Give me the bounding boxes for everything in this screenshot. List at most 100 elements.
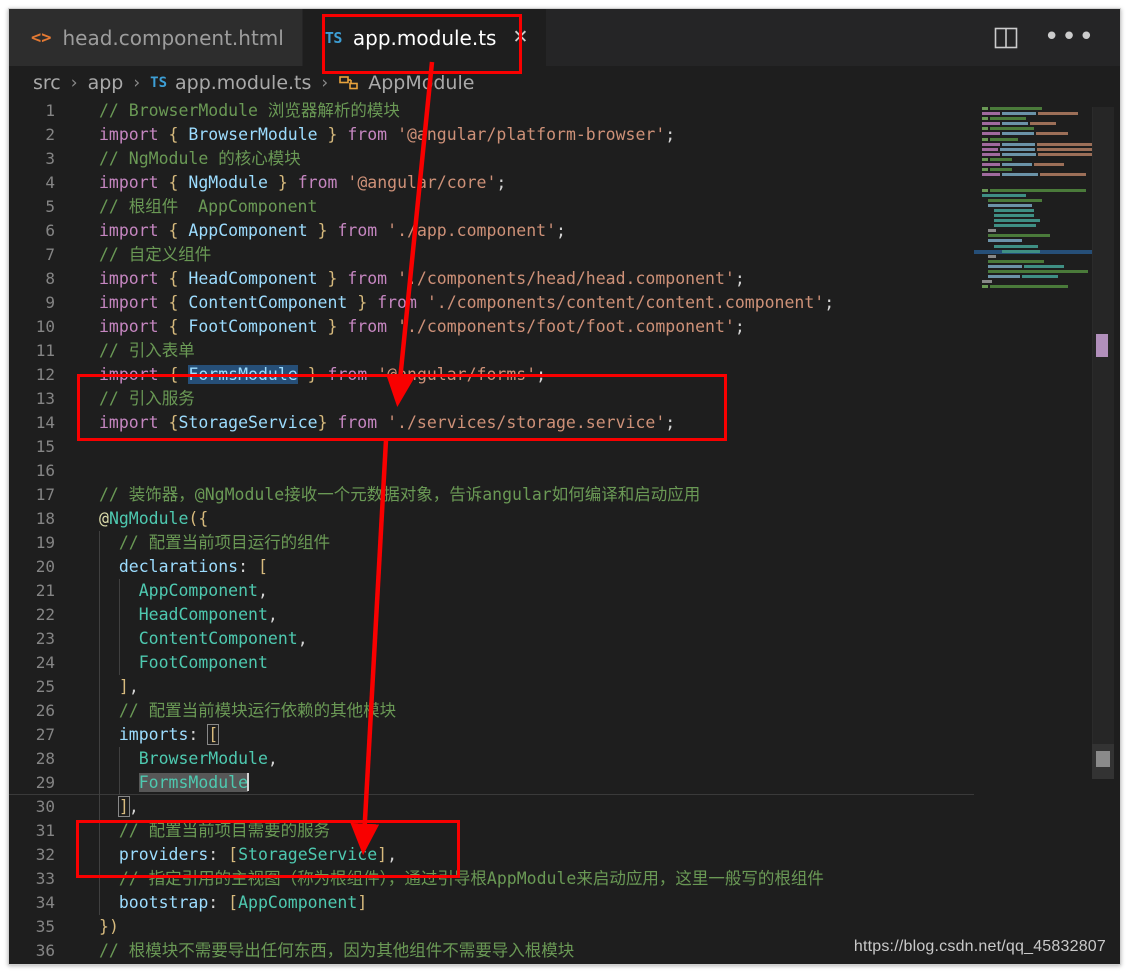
line-number: 16	[35, 461, 55, 480]
tab-app-module-ts[interactable]: TS app.module.ts ✕	[302, 9, 548, 66]
code-line: 29 FormsModule	[9, 771, 974, 795]
more-actions-icon[interactable]: •••	[1044, 24, 1096, 49]
code-token-comment: // BrowserModule 浏览器解析的模块	[99, 101, 400, 120]
code-token: ;	[665, 125, 676, 144]
code-token: {	[168, 221, 179, 240]
code-token: import	[99, 221, 159, 240]
line-number: 13	[35, 389, 55, 408]
code-token: from	[347, 269, 388, 288]
scrollbar-thumb[interactable]	[1092, 107, 1114, 752]
code-line: 7 // 自定义组件	[9, 243, 974, 267]
tab-head-component-html[interactable]: <> head.component.html	[9, 9, 303, 66]
line-number: 4	[45, 173, 55, 192]
line-number: 12	[35, 365, 55, 384]
breadcrumb: src › app › TS app.module.ts › AppModule	[9, 66, 1120, 99]
code-token: }	[277, 173, 288, 192]
code-token: ;	[734, 269, 745, 288]
typescript-file-icon: TS	[324, 28, 343, 47]
line-number: 31	[35, 821, 55, 840]
code-token: from	[347, 125, 388, 144]
code-line: 26 // 配置当前模块运行依赖的其他模块	[9, 699, 974, 723]
code-line: 34 bootstrap: [AppComponent]	[9, 891, 974, 915]
tabbar-spacer	[547, 9, 994, 66]
code-token: ContentComponent	[188, 293, 348, 312]
code-lines[interactable]: 1 // BrowserModule 浏览器解析的模块 2 import { Bro…	[9, 99, 974, 964]
line-number: 1	[45, 101, 55, 120]
typescript-file-icon: TS	[150, 74, 167, 91]
code-token: AppComponent	[188, 221, 308, 240]
code-token: }	[327, 269, 338, 288]
line-number: 11	[35, 341, 55, 360]
code-token-comment: // 配置当前项目需要的服务	[99, 821, 331, 840]
code-line: 32 providers: [StorageService],	[9, 843, 974, 867]
code-token: {	[168, 269, 179, 288]
line-number: 5	[45, 197, 55, 216]
code-token: FootComponent	[188, 317, 318, 336]
close-icon[interactable]: ✕	[512, 28, 528, 47]
line-number: 33	[35, 869, 55, 888]
code-token-comment: // 配置当前模块运行依赖的其他模块	[99, 701, 397, 720]
line-number: 23	[35, 629, 55, 648]
split-editor-icon[interactable]	[994, 27, 1018, 49]
code-line: 11 // 引入表单	[9, 339, 974, 363]
code-line: 14 import {StorageService} from './servic…	[9, 411, 974, 435]
code-token: './services/storage.service'	[387, 413, 666, 432]
vscode-screenshot: <> head.component.html TS app.module.ts …	[0, 0, 1129, 975]
code-line: 1 // BrowserModule 浏览器解析的模块	[9, 99, 974, 123]
code-line: 13 // 引入服务	[9, 387, 974, 411]
code-token: '@angular/platform-browser'	[397, 125, 666, 144]
line-number: 2	[45, 125, 55, 144]
code-line: 22 HeadComponent,	[9, 603, 974, 627]
chevron-right-icon: ›	[133, 72, 141, 93]
html-file-icon: <>	[31, 27, 52, 48]
highlighted-token: FormsModule	[138, 773, 249, 792]
code-line: 21 AppComponent,	[9, 579, 974, 603]
code-line: 20 declarations: [	[9, 555, 974, 579]
code-line: 25 ],	[9, 675, 974, 699]
minimap[interactable]	[974, 99, 1092, 964]
line-number: 36	[35, 941, 55, 960]
breadcrumb-item-symbol[interactable]: AppModule	[368, 72, 474, 94]
watermark-url: https://blog.csdn.net/qq_45832807	[853, 938, 1106, 955]
code-line: 12 import { FormsModule } from '@angular/…	[9, 363, 974, 387]
code-token: ;	[734, 317, 745, 336]
line-number: 34	[35, 893, 55, 912]
code-token: }	[327, 125, 338, 144]
code-line: 33 // 指定引用的主视图（称为根组件），通过引导根AppModule来启动应…	[9, 867, 974, 891]
line-number: 19	[35, 533, 55, 552]
code-line: 18 @NgModule({	[9, 507, 974, 531]
chevron-right-icon: ›	[321, 72, 329, 93]
code-token-comment: // 装饰器，@NgModule接收一个元数据对象，告诉angular如何编译和…	[99, 485, 701, 504]
code-token: './app.component'	[387, 221, 557, 240]
code-token: ;	[824, 293, 835, 312]
code-token: import	[99, 293, 159, 312]
line-number: 21	[35, 581, 55, 600]
code-token-comment: // NgModule 的核心模块	[99, 149, 301, 168]
code-token: {	[168, 413, 179, 432]
tab-label: head.component.html	[62, 25, 284, 50]
line-number: 7	[45, 245, 55, 264]
line-number: 14	[35, 413, 55, 432]
code-token-comment: // 引入服务	[99, 389, 195, 408]
breadcrumb-item-app[interactable]: app	[88, 72, 124, 94]
code-token: from	[377, 293, 417, 312]
code-token: './components/foot/foot.component'	[397, 317, 735, 336]
code-token: from	[347, 317, 388, 336]
breadcrumb-item-file[interactable]: app.module.ts	[175, 72, 311, 94]
code-token: from	[337, 413, 378, 432]
chevron-right-icon: ›	[70, 72, 78, 93]
editor-scrollbar[interactable]	[1092, 99, 1120, 964]
code-token: HeadComponent	[188, 269, 318, 288]
code-token: {	[168, 173, 179, 192]
code-token: }	[317, 413, 328, 432]
breadcrumb-item-src[interactable]: src	[33, 72, 61, 94]
line-number: 6	[45, 221, 55, 240]
line-number: 29	[35, 773, 55, 792]
code-token: import	[99, 125, 159, 144]
code-line: 6 import { AppComponent } from './app.com…	[9, 219, 974, 243]
line-number: 35	[35, 917, 55, 936]
editor-window: <> head.component.html TS app.module.ts …	[8, 8, 1121, 965]
code-line: 3 // NgModule 的核心模块	[9, 147, 974, 171]
line-number: 27	[35, 725, 55, 744]
line-number: 17	[35, 485, 55, 504]
